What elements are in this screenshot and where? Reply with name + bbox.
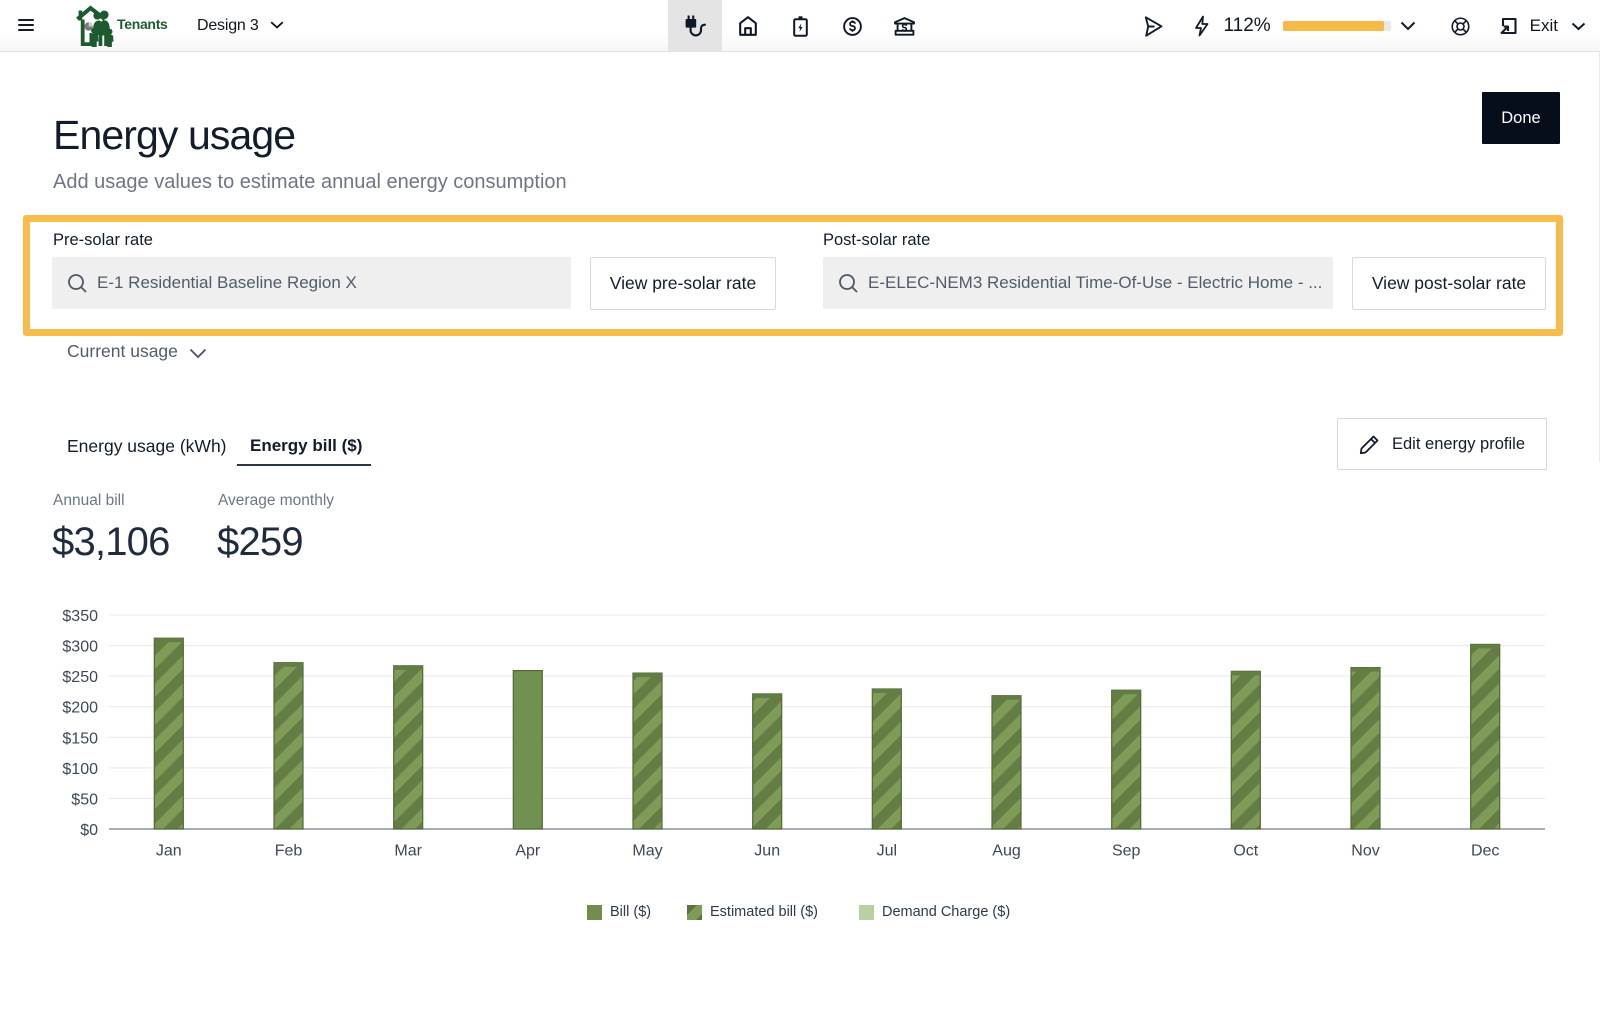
svg-text:$100: $100 [62,761,98,778]
svg-text:$250: $250 [62,669,98,686]
svg-text:$0: $0 [80,822,98,839]
svg-text:Jul: Jul [877,843,897,860]
svg-text:Dec: Dec [1471,843,1499,860]
svg-text:$50: $50 [71,791,98,808]
svg-text:May: May [632,843,662,860]
svg-text:Apr: Apr [515,843,541,860]
svg-text:Nov: Nov [1351,843,1379,860]
svg-text:Mar: Mar [394,843,422,860]
svg-text:Sep: Sep [1112,843,1141,860]
svg-text:Feb: Feb [275,843,303,860]
svg-text:$300: $300 [62,639,98,656]
svg-text:$350: $350 [62,608,98,625]
svg-text:Jan: Jan [156,843,182,860]
svg-text:$150: $150 [62,730,98,747]
svg-text:Aug: Aug [992,843,1020,860]
svg-text:Oct: Oct [1233,843,1258,860]
svg-text:$200: $200 [62,700,98,717]
svg-text:Jun: Jun [754,843,780,860]
